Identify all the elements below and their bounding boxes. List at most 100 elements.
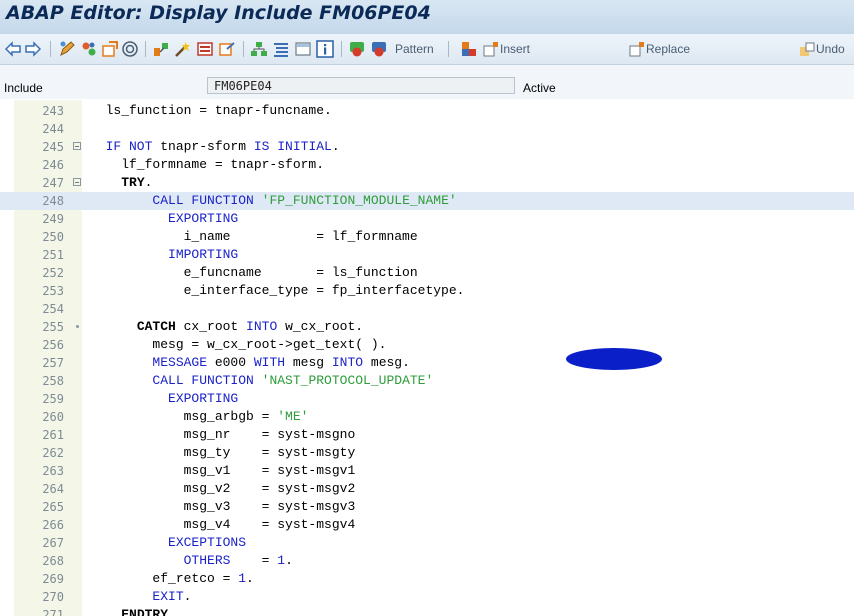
code-line[interactable]: 269 ef_retco = 1. bbox=[0, 570, 854, 588]
code-line[interactable]: 255 CATCH cx_root INTO w_cx_root. bbox=[0, 318, 854, 336]
insert-icon[interactable] bbox=[482, 40, 500, 58]
info-icon[interactable] bbox=[316, 40, 334, 58]
code-line[interactable]: 252 e_funcname = ls_function bbox=[0, 264, 854, 282]
line-number: 271 bbox=[42, 608, 64, 616]
code-line[interactable]: 244 bbox=[0, 120, 854, 138]
code-line[interactable]: 254 bbox=[0, 300, 854, 318]
code-text: TRY. bbox=[90, 174, 152, 192]
code-line[interactable]: 249 EXPORTING bbox=[0, 210, 854, 228]
debugging-icon[interactable] bbox=[348, 40, 366, 58]
include-name-field[interactable]: FM06PE04 bbox=[207, 77, 515, 94]
code-token: mesg = w_cx_root->get_text( ). bbox=[90, 337, 387, 352]
code-token: INTO bbox=[331, 355, 364, 370]
code-token: msg_v3 = syst-msgv3 bbox=[90, 499, 356, 514]
replace-button[interactable]: Replace bbox=[646, 42, 690, 56]
code-text: EXPORTING bbox=[90, 390, 238, 408]
line-number: 246 bbox=[42, 158, 64, 172]
pretty-printer-icon[interactable] bbox=[272, 40, 290, 58]
code-line[interactable]: 270 EXIT. bbox=[0, 588, 854, 606]
pattern-button[interactable]: Pattern bbox=[395, 42, 434, 56]
collapse-block-icon[interactable] bbox=[73, 142, 81, 150]
code-line[interactable]: 257 MESSAGE e000 WITH mesg INTO mesg. bbox=[0, 354, 854, 372]
code-token: . bbox=[144, 175, 153, 190]
code-line[interactable]: 245 IF NOT tnapr-sform IS INITIAL. bbox=[0, 138, 854, 156]
code-token: CATCH bbox=[136, 319, 176, 334]
code-token: IS INITIAL bbox=[253, 139, 332, 154]
code-text: MESSAGE e000 WITH mesg INTO mesg. bbox=[90, 354, 410, 372]
code-token: 1 bbox=[277, 553, 286, 568]
set-breakpoint-icon[interactable] bbox=[294, 40, 312, 58]
replace-icon[interactable] bbox=[628, 40, 646, 58]
code-line[interactable]: 259 EXPORTING bbox=[0, 390, 854, 408]
back-icon[interactable] bbox=[4, 40, 22, 58]
code-token: CALL FUNCTION bbox=[90, 373, 262, 388]
insert-button[interactable]: Insert bbox=[500, 42, 530, 56]
line-number: 268 bbox=[42, 554, 64, 568]
collapse-block-icon[interactable] bbox=[73, 178, 81, 186]
code-line[interactable]: 267 EXCEPTIONS bbox=[0, 534, 854, 552]
code-token: CALL FUNCTION bbox=[90, 193, 262, 208]
code-line[interactable]: 271 ENDTRY. bbox=[0, 606, 854, 616]
code-line[interactable]: 256 mesg = w_cx_root->get_text( ). bbox=[0, 336, 854, 354]
multi-insert-icon[interactable] bbox=[460, 40, 478, 58]
forward-icon[interactable] bbox=[24, 40, 42, 58]
code-line[interactable]: 265 msg_v3 = syst-msgv3 bbox=[0, 498, 854, 516]
code-token: 'FP_FUNCTION_MODULE_NAME' bbox=[261, 193, 457, 208]
activate-icon[interactable] bbox=[101, 40, 119, 58]
code-line[interactable]: 266 msg_v4 = syst-msgv4 bbox=[0, 516, 854, 534]
code-line[interactable]: 251 IMPORTING bbox=[0, 246, 854, 264]
stop-icon[interactable] bbox=[370, 40, 388, 58]
line-number: 252 bbox=[42, 266, 64, 280]
code-text: ls_function = tnapr-funcname. bbox=[90, 102, 332, 120]
code-line[interactable]: 263 msg_v1 = syst-msgv1 bbox=[0, 462, 854, 480]
toggle-display-change-icon[interactable] bbox=[58, 40, 76, 58]
code-text: mesg = w_cx_root->get_text( ). bbox=[90, 336, 386, 354]
undo-button[interactable]: Undo bbox=[816, 42, 845, 56]
code-text: msg_v4 = syst-msgv4 bbox=[90, 516, 356, 534]
code-editor[interactable]: 243 ls_function = tnapr-funcname. 244 245 … bbox=[0, 100, 854, 616]
code-text: ENDTRY. bbox=[90, 606, 176, 616]
code-token: e000 bbox=[214, 355, 254, 370]
code-text: msg_arbgb = 'ME' bbox=[90, 408, 309, 426]
code-line[interactable]: 268 OTHERS = 1. bbox=[0, 552, 854, 570]
code-token: . bbox=[285, 553, 293, 568]
code-token: msg_ty = syst-msgty bbox=[90, 445, 356, 460]
code-line[interactable]: 261 msg_nr = syst-msgno bbox=[0, 426, 854, 444]
navigation-window-icon[interactable] bbox=[218, 40, 236, 58]
code-line[interactable]: 247 TRY. bbox=[0, 174, 854, 192]
code-token: OTHERS bbox=[90, 553, 231, 568]
code-line[interactable]: 243 ls_function = tnapr-funcname. bbox=[0, 102, 854, 120]
display-object-list-icon[interactable] bbox=[196, 40, 214, 58]
code-token: EXPORTING bbox=[90, 391, 239, 406]
code-text: msg_v3 = syst-msgv3 bbox=[90, 498, 356, 516]
code-line[interactable]: 260 msg_arbgb = 'ME' bbox=[0, 408, 854, 426]
code-token: ef_retco = bbox=[90, 571, 239, 586]
undo-icon[interactable] bbox=[798, 40, 816, 58]
code-text: CATCH cx_root INTO w_cx_root. bbox=[90, 318, 363, 336]
code-text: msg_v1 = syst-msgv1 bbox=[90, 462, 356, 480]
code-token: MESSAGE bbox=[90, 355, 215, 370]
line-number: 267 bbox=[42, 536, 64, 550]
hierarchy-icon[interactable] bbox=[250, 40, 268, 58]
code-text: ef_retco = 1. bbox=[90, 570, 253, 588]
code-line[interactable]: 248 CALL FUNCTION 'FP_FUNCTION_MODULE_NA… bbox=[0, 192, 854, 210]
code-line[interactable]: 253 e_interface_type = fp_interfacetype. bbox=[0, 282, 854, 300]
code-line[interactable]: 246 lf_formname = tnapr-sform. bbox=[0, 156, 854, 174]
code-line[interactable]: 262 msg_ty = syst-msgty bbox=[0, 444, 854, 462]
line-number: 249 bbox=[42, 212, 64, 226]
other-object-icon[interactable] bbox=[80, 40, 98, 58]
line-number: 244 bbox=[42, 122, 64, 136]
code-token: msg_nr = syst-msgno bbox=[90, 427, 356, 442]
check-icon[interactable] bbox=[152, 40, 170, 58]
enhance-icon[interactable] bbox=[174, 40, 192, 58]
window-title: ABAP Editor: Display Include FM06PE04 bbox=[6, 2, 431, 24]
line-number: 245 bbox=[42, 140, 64, 154]
where-used-icon[interactable] bbox=[121, 40, 139, 58]
code-token: mesg bbox=[285, 355, 332, 370]
code-line[interactable]: 250 i_name = lf_formname bbox=[0, 228, 854, 246]
code-line[interactable]: 264 msg_v2 = syst-msgv2 bbox=[0, 480, 854, 498]
code-token: EXCEPTIONS bbox=[90, 535, 247, 550]
code-line[interactable]: 258 CALL FUNCTION 'NAST_PROTOCOL_UPDATE' bbox=[0, 372, 854, 390]
